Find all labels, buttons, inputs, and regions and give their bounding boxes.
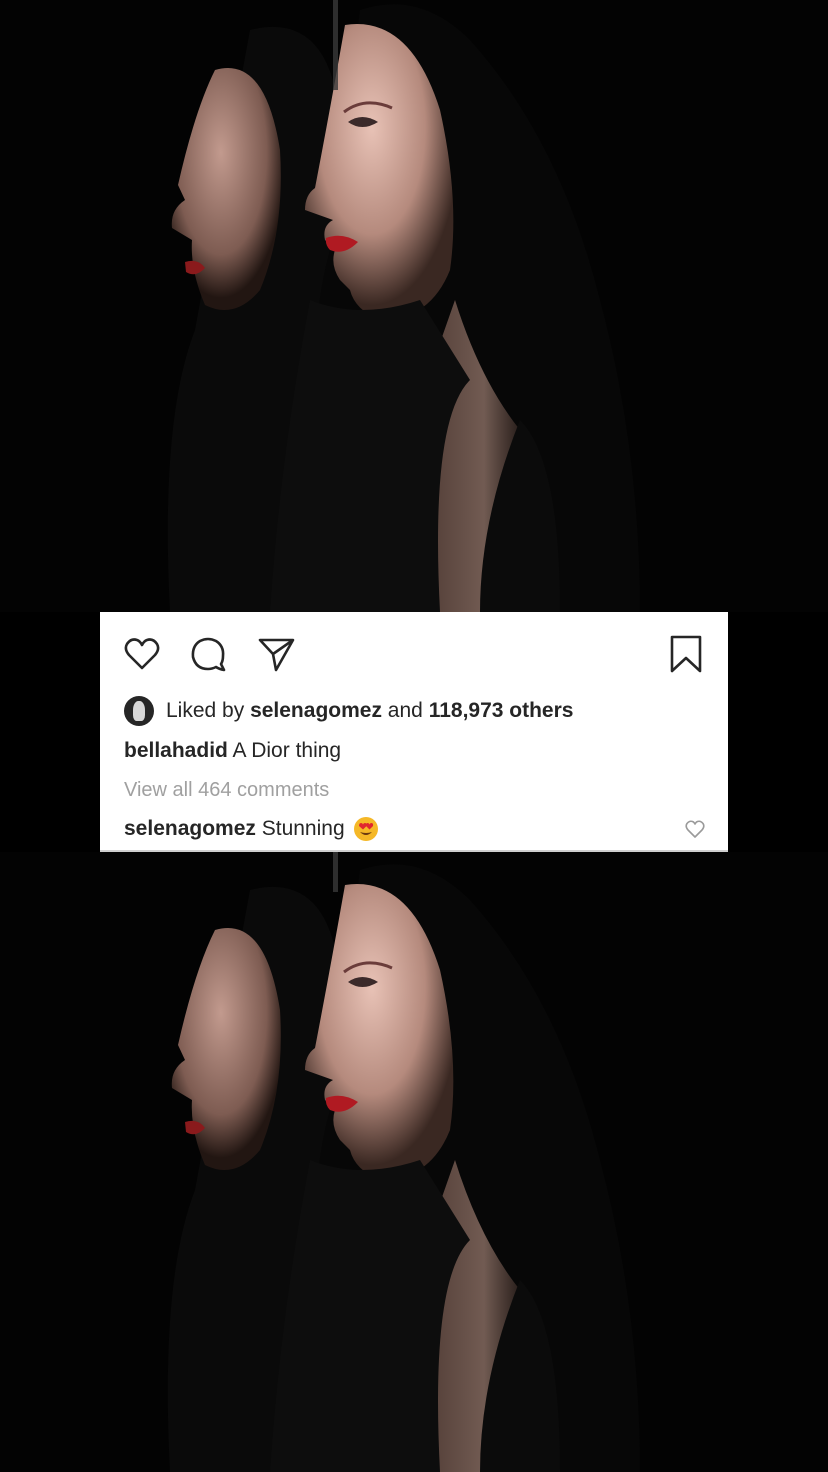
bookmark-icon <box>670 635 702 673</box>
top-comment: selenagomez Stunning <box>124 814 379 844</box>
comment-like-button[interactable] <box>684 818 706 840</box>
comment-text: Stunning <box>261 817 345 840</box>
caption-text: A Dior thing <box>232 739 342 762</box>
share-button[interactable] <box>254 632 298 676</box>
post-photo-top <box>0 0 828 612</box>
paper-plane-icon <box>258 638 295 672</box>
likes-joiner: and <box>387 699 423 722</box>
caption-username[interactable]: bellahadid <box>124 739 228 762</box>
likes-prefix: Liked by <box>166 699 245 722</box>
save-button[interactable] <box>664 632 708 676</box>
like-button[interactable] <box>120 632 164 676</box>
likes-count[interactable]: 118,973 others <box>429 699 574 723</box>
heart-icon <box>124 638 160 670</box>
post-card: Liked by selenagomez and 118,973 others … <box>100 612 728 852</box>
action-bar <box>120 632 708 676</box>
view-all-comments-link[interactable]: View all 464 comments <box>124 776 329 804</box>
comment-button[interactable] <box>186 632 230 676</box>
comment-username[interactable]: selenagomez <box>124 814 256 844</box>
post-caption: bellahadid A Dior thing <box>124 736 341 766</box>
post-photo-bottom <box>0 852 828 1472</box>
liker-avatar[interactable] <box>124 696 154 726</box>
likes-summary: Liked by selenagomez and 118,973 others <box>124 696 573 726</box>
liker-username[interactable]: selenagomez <box>250 699 382 723</box>
comment-bubble-icon <box>191 637 226 672</box>
small-heart-icon <box>685 820 705 838</box>
heart-eyes-emoji-icon <box>353 816 379 842</box>
